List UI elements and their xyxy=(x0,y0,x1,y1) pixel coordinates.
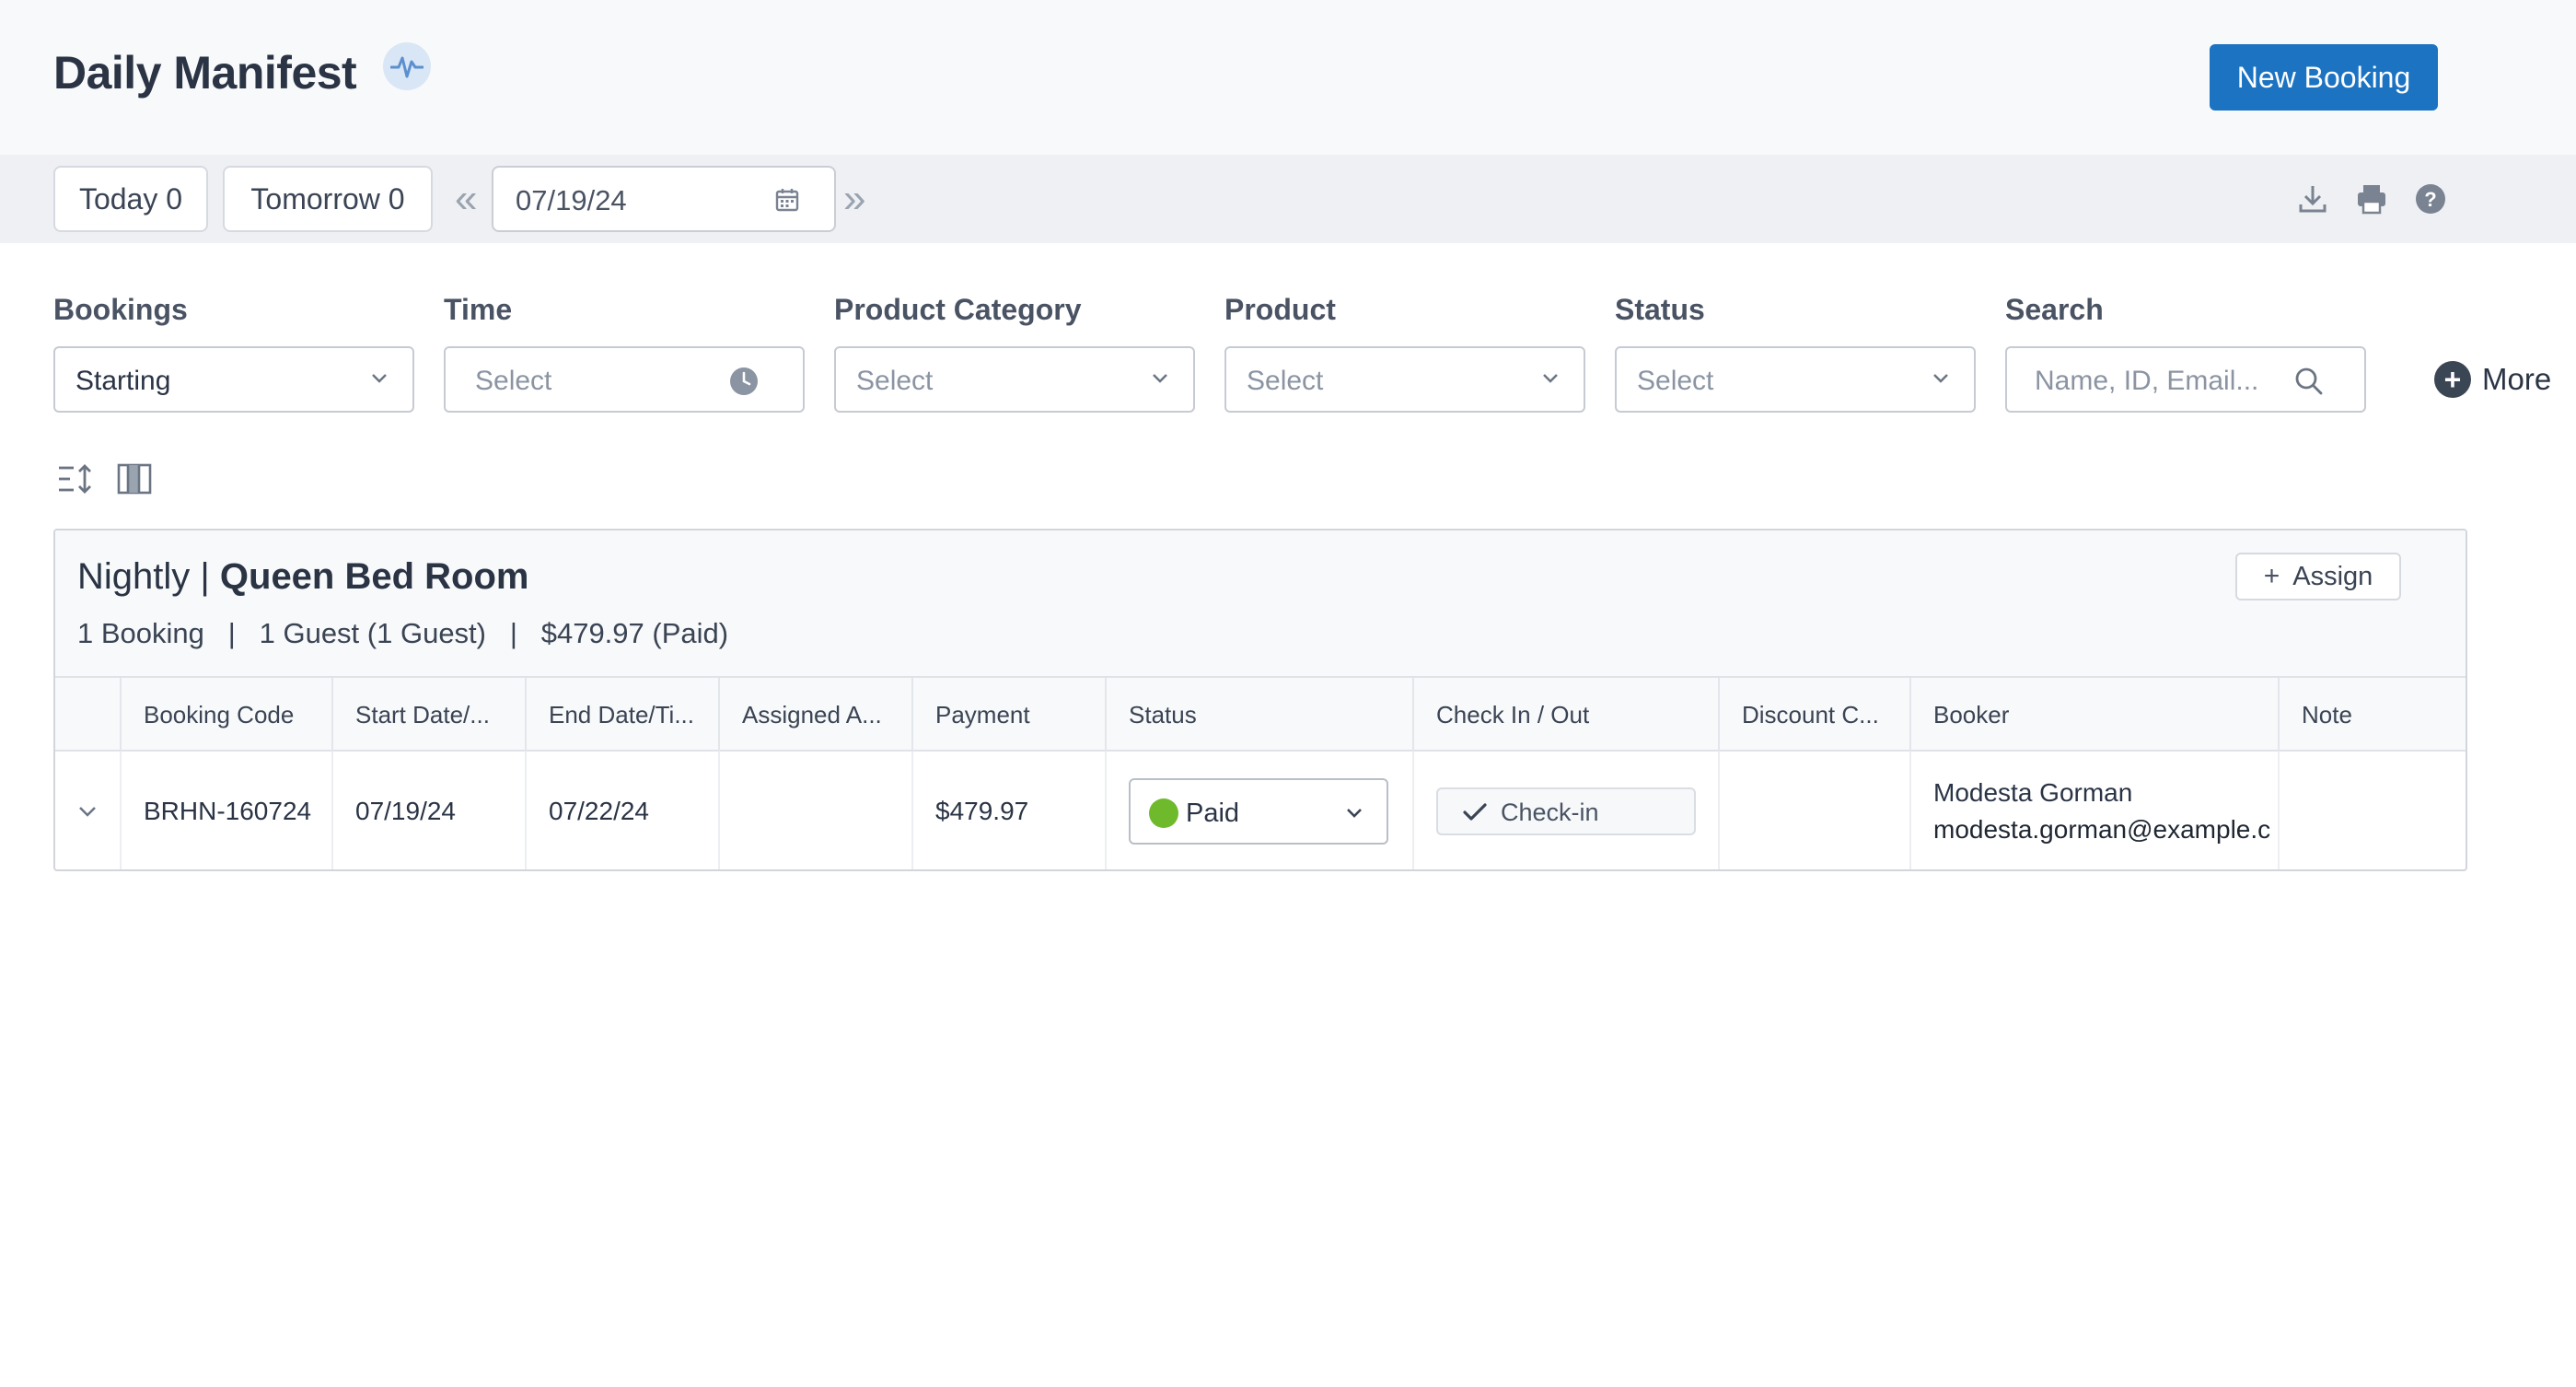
start-date-cell: 07/19/24 xyxy=(331,752,525,869)
check-in-button[interactable]: Check-in xyxy=(1436,787,1696,835)
status-value: Paid xyxy=(1186,798,1240,828)
group-title-name: Queen Bed Room xyxy=(219,556,529,597)
product-placeholder: Select xyxy=(1247,366,1324,396)
column-header-discount[interactable]: Discount C... xyxy=(1718,678,1909,752)
download-icon[interactable] xyxy=(2296,182,2329,216)
column-header-check-in-out[interactable]: Check In / Out xyxy=(1412,678,1718,752)
status-dot-icon xyxy=(1149,798,1178,828)
check-icon xyxy=(1463,803,1487,821)
status-placeholder: Select xyxy=(1637,366,1714,396)
print-icon[interactable] xyxy=(2355,182,2388,216)
plus-circle-icon: + xyxy=(2434,361,2471,398)
column-header-payment[interactable]: Payment xyxy=(911,678,1105,752)
chevron-down-icon xyxy=(1347,809,1362,818)
check-in-cell: Check-in xyxy=(1412,752,1718,869)
date-value: 07/19/24 xyxy=(516,184,627,216)
status-filter-label: Status xyxy=(1615,293,1705,326)
column-header-assigned[interactable]: Assigned A... xyxy=(718,678,911,752)
booker-email[interactable]: modesta.gorman@example.c xyxy=(1933,815,2270,845)
search-input[interactable]: Name, ID, Email... xyxy=(2005,346,2366,413)
next-day-icon[interactable]: » xyxy=(843,173,865,225)
group-title-prefix: Nightly | xyxy=(77,556,220,597)
booking-group-card: Nightly | Queen Bed Room 1 Booking | 1 G… xyxy=(53,529,2467,871)
payment-cell: $479.97 xyxy=(911,752,1105,869)
product-category-placeholder: Select xyxy=(856,366,934,396)
clock-icon xyxy=(730,367,758,395)
booking-group-summary: 1 Booking | 1 Guest (1 Guest) | $479.97 … xyxy=(77,617,729,649)
more-filters-label: More xyxy=(2482,362,2552,396)
chevron-down-icon xyxy=(79,807,96,817)
expand-row-toggle[interactable] xyxy=(55,752,120,869)
chevron-down-icon xyxy=(372,374,387,383)
time-filter-label: Time xyxy=(444,293,513,326)
tomorrow-button[interactable]: Tomorrow 0 xyxy=(223,166,433,232)
chevron-down-icon xyxy=(1933,374,1948,383)
search-icon[interactable] xyxy=(2294,367,2324,396)
discount-cell xyxy=(1718,752,1909,869)
page-title: Daily Manifest xyxy=(53,47,357,99)
column-header-status[interactable]: Status xyxy=(1105,678,1412,752)
page-header: Daily Manifest New Booking xyxy=(0,0,2576,155)
search-filter-label: Search xyxy=(2005,293,2104,326)
status-dropdown[interactable]: Paid xyxy=(1129,778,1388,845)
end-date-cell: 07/22/24 xyxy=(525,752,718,869)
sort-rows-icon[interactable] xyxy=(57,462,94,495)
time-select[interactable]: Select xyxy=(444,346,805,413)
bookings-select-value: Starting xyxy=(75,366,171,396)
table-header: Booking Code Start Date/... End Date/Ti.… xyxy=(55,678,2466,752)
more-filters-button[interactable]: + More xyxy=(2434,357,2551,402)
column-header-booking-code[interactable]: Booking Code xyxy=(120,678,331,752)
today-button[interactable]: Today 0 xyxy=(53,166,208,232)
assigned-cell xyxy=(718,752,911,869)
date-picker[interactable]: 07/19/24 xyxy=(492,166,836,232)
bookings-select[interactable]: Starting xyxy=(53,346,414,413)
assign-button[interactable]: + Assign xyxy=(2235,553,2401,600)
expand-column-header xyxy=(55,678,120,752)
chevron-down-icon xyxy=(1543,374,1558,383)
bookings-filter-label: Bookings xyxy=(53,293,188,326)
help-icon[interactable]: ? xyxy=(2414,182,2447,216)
table-row: BRHN-160724 07/19/24 07/22/24 $479.97 Pa… xyxy=(55,752,2466,869)
check-in-label: Check-in xyxy=(1501,798,1599,826)
status-cell: Paid xyxy=(1105,752,1412,869)
date-toolbar: Today 0 Tomorrow 0 « 07/19/24 » ? xyxy=(0,155,2576,243)
booker-cell: Modesta Gorman modesta.gorman@example.c xyxy=(1909,752,2278,869)
plus-icon: + xyxy=(2263,561,2280,591)
search-placeholder: Name, ID, Email... xyxy=(2035,366,2259,396)
columns-icon[interactable] xyxy=(116,462,153,495)
product-category-select[interactable]: Select xyxy=(834,346,1195,413)
time-select-placeholder: Select xyxy=(475,366,552,396)
chevron-down-icon xyxy=(1153,374,1167,383)
activity-icon[interactable] xyxy=(383,42,431,90)
booking-group-header: Nightly | Queen Bed Room 1 Booking | 1 G… xyxy=(55,530,2466,678)
previous-day-icon[interactable]: « xyxy=(455,173,477,225)
column-header-end-date[interactable]: End Date/Ti... xyxy=(525,678,718,752)
status-select[interactable]: Select xyxy=(1615,346,1976,413)
product-filter-label: Product xyxy=(1224,293,1336,326)
booking-code-cell[interactable]: BRHN-160724 xyxy=(120,752,331,869)
calendar-icon[interactable] xyxy=(775,188,799,212)
booker-name: Modesta Gorman xyxy=(1933,778,2133,807)
new-booking-button[interactable]: New Booking xyxy=(2210,44,2438,111)
note-cell xyxy=(2278,752,2466,869)
booking-group-title: Nightly | Queen Bed Room xyxy=(77,556,528,598)
column-header-start-date[interactable]: Start Date/... xyxy=(331,678,525,752)
assign-label: Assign xyxy=(2292,561,2373,591)
product-category-filter-label: Product Category xyxy=(834,293,1082,326)
column-header-booker[interactable]: Booker xyxy=(1909,678,2278,752)
svg-text:?: ? xyxy=(2424,188,2436,211)
product-select[interactable]: Select xyxy=(1224,346,1585,413)
column-header-note[interactable]: Note xyxy=(2278,678,2466,752)
